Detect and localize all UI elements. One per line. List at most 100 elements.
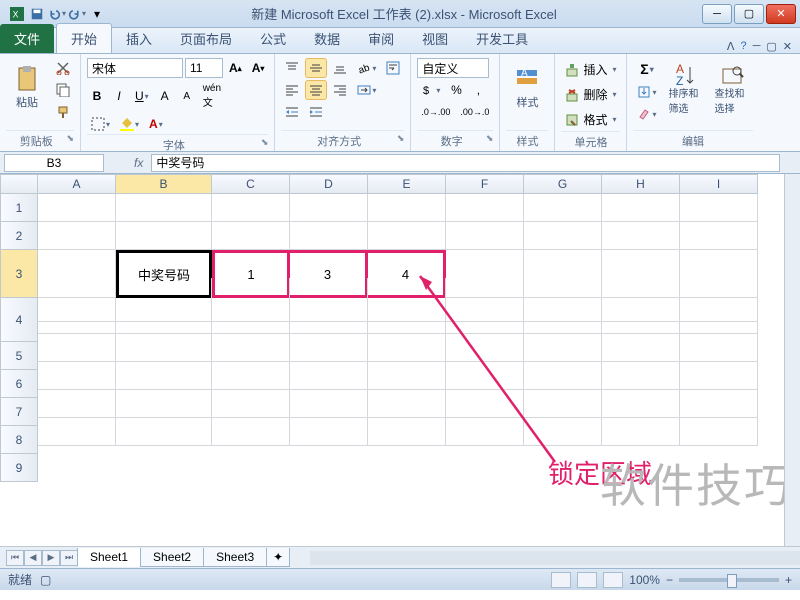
decrease-decimal-button[interactable]: .00→.0 bbox=[456, 102, 493, 122]
sheet-nav-first[interactable]: ⏮ bbox=[6, 550, 24, 566]
undo-icon[interactable] bbox=[48, 5, 66, 23]
row-header-2[interactable]: 2 bbox=[0, 222, 38, 250]
underline-button[interactable]: U bbox=[131, 80, 153, 112]
grow-font-button[interactable]: A▴ bbox=[225, 58, 246, 78]
col-header-d[interactable]: D bbox=[290, 174, 368, 194]
zoom-level[interactable]: 100% bbox=[629, 573, 660, 587]
doc-minimize-icon[interactable]: ─ bbox=[753, 40, 761, 53]
sheet-tab-2[interactable]: Sheet2 bbox=[140, 548, 204, 567]
fill-color-button[interactable] bbox=[116, 114, 143, 134]
minimize-button[interactable]: ─ bbox=[702, 4, 732, 24]
col-header-e[interactable]: E bbox=[368, 174, 446, 194]
tab-formulas[interactable]: 公式 bbox=[246, 24, 300, 53]
decrease-font-button[interactable]: A bbox=[177, 80, 197, 112]
sheet-nav-next[interactable]: ▶ bbox=[42, 550, 60, 566]
redo-icon[interactable] bbox=[68, 5, 86, 23]
shrink-font-button[interactable]: A▾ bbox=[248, 58, 269, 78]
sheet-tab-3[interactable]: Sheet3 bbox=[203, 548, 267, 567]
qat-customize-icon[interactable]: ▾ bbox=[88, 5, 106, 23]
align-center-button[interactable] bbox=[305, 80, 327, 100]
fx-icon[interactable]: fx bbox=[134, 156, 143, 170]
minimize-ribbon-icon[interactable]: ᐱ bbox=[727, 40, 735, 53]
doc-restore-icon[interactable]: ▢ bbox=[766, 40, 776, 53]
col-header-a[interactable]: A bbox=[38, 174, 116, 194]
maximize-button[interactable]: ▢ bbox=[734, 4, 764, 24]
file-tab[interactable]: 文件 bbox=[0, 24, 54, 53]
increase-font-button[interactable]: A bbox=[155, 80, 175, 112]
clipboard-launcher-icon[interactable]: ⬊ bbox=[66, 133, 74, 144]
select-all-corner[interactable] bbox=[0, 174, 38, 194]
col-header-i[interactable]: I bbox=[680, 174, 758, 194]
col-header-c[interactable]: C bbox=[212, 174, 290, 194]
view-page-break-button[interactable] bbox=[603, 572, 623, 588]
view-page-layout-button[interactable] bbox=[577, 572, 597, 588]
close-button[interactable]: ✕ bbox=[766, 4, 796, 24]
number-launcher-icon[interactable]: ⬊ bbox=[486, 133, 494, 144]
phonetic-button[interactable]: wén文 bbox=[199, 80, 225, 112]
paste-button[interactable]: 粘贴 bbox=[6, 58, 48, 118]
row-header-9[interactable]: 9 bbox=[0, 454, 38, 482]
formula-bar[interactable]: 中奖号码 bbox=[151, 154, 780, 172]
decrease-indent-button[interactable] bbox=[281, 102, 303, 122]
row-header-5[interactable]: 5 bbox=[0, 342, 38, 370]
font-size-select[interactable] bbox=[185, 58, 223, 78]
horizontal-scrollbar[interactable] bbox=[310, 551, 800, 565]
format-cells-button[interactable]: 格式 bbox=[561, 108, 620, 131]
tab-home[interactable]: 开始 bbox=[56, 23, 112, 53]
row-header-6[interactable]: 6 bbox=[0, 370, 38, 398]
sort-filter-button[interactable]: AZ 排序和筛选 bbox=[665, 58, 707, 118]
view-normal-button[interactable] bbox=[551, 572, 571, 588]
tab-page-layout[interactable]: 页面布局 bbox=[166, 24, 246, 53]
format-painter-button[interactable] bbox=[52, 102, 74, 122]
doc-close-icon[interactable]: ✕ bbox=[783, 40, 792, 53]
row-header-8[interactable]: 8 bbox=[0, 426, 38, 454]
autosum-button[interactable]: Σ bbox=[633, 58, 660, 80]
macro-record-icon[interactable]: ▢ bbox=[40, 573, 51, 587]
row-header-7[interactable]: 7 bbox=[0, 398, 38, 426]
comma-button[interactable]: , bbox=[468, 80, 488, 100]
font-launcher-icon[interactable]: ⬊ bbox=[261, 137, 269, 148]
merge-button[interactable] bbox=[353, 80, 380, 100]
sheet-nav-prev[interactable]: ◀ bbox=[24, 550, 42, 566]
increase-indent-button[interactable] bbox=[305, 102, 327, 122]
copy-button[interactable] bbox=[52, 80, 74, 100]
row-header-3[interactable]: 3 bbox=[0, 250, 38, 298]
fill-button[interactable] bbox=[633, 82, 660, 102]
percent-button[interactable]: % bbox=[446, 80, 466, 100]
col-header-h[interactable]: H bbox=[602, 174, 680, 194]
bold-button[interactable]: B bbox=[87, 80, 107, 112]
accounting-format-button[interactable]: $ bbox=[417, 80, 444, 100]
italic-button[interactable]: I bbox=[109, 80, 129, 112]
sheet-nav-last[interactable]: ⏭ bbox=[60, 550, 78, 566]
align-right-button[interactable] bbox=[329, 80, 351, 100]
help-icon[interactable]: ? bbox=[740, 40, 746, 53]
col-header-b[interactable]: B bbox=[116, 174, 212, 194]
font-name-select[interactable] bbox=[87, 58, 183, 78]
zoom-slider[interactable] bbox=[679, 578, 779, 582]
styles-button[interactable]: A 样式 bbox=[506, 58, 548, 118]
tab-data[interactable]: 数据 bbox=[300, 24, 354, 53]
border-button[interactable] bbox=[87, 114, 114, 134]
sheet-tab-1[interactable]: Sheet1 bbox=[77, 548, 141, 567]
number-format-select[interactable] bbox=[417, 58, 489, 78]
wrap-text-button[interactable] bbox=[382, 58, 404, 78]
col-header-g[interactable]: G bbox=[524, 174, 602, 194]
align-bottom-button[interactable] bbox=[329, 58, 351, 78]
tab-review[interactable]: 审阅 bbox=[354, 24, 408, 53]
tab-insert[interactable]: 插入 bbox=[112, 24, 166, 53]
tab-view[interactable]: 视图 bbox=[408, 24, 462, 53]
zoom-in-button[interactable]: + bbox=[785, 573, 792, 587]
name-box[interactable]: B3 bbox=[4, 154, 104, 172]
tab-developer[interactable]: 开发工具 bbox=[462, 24, 542, 53]
col-header-f[interactable]: F bbox=[446, 174, 524, 194]
find-select-button[interactable]: 查找和选择 bbox=[711, 58, 753, 118]
vertical-scrollbar[interactable] bbox=[784, 174, 800, 546]
zoom-out-button[interactable]: − bbox=[666, 573, 673, 587]
increase-decimal-button[interactable]: .0→.00 bbox=[417, 102, 454, 122]
row-header-1[interactable]: 1 bbox=[0, 194, 38, 222]
row-header-4[interactable]: 4 bbox=[0, 298, 38, 342]
align-middle-button[interactable] bbox=[305, 58, 327, 78]
insert-cells-button[interactable]: 插入 bbox=[561, 58, 620, 81]
delete-cells-button[interactable]: 删除 bbox=[561, 83, 620, 106]
align-top-button[interactable] bbox=[281, 58, 303, 78]
